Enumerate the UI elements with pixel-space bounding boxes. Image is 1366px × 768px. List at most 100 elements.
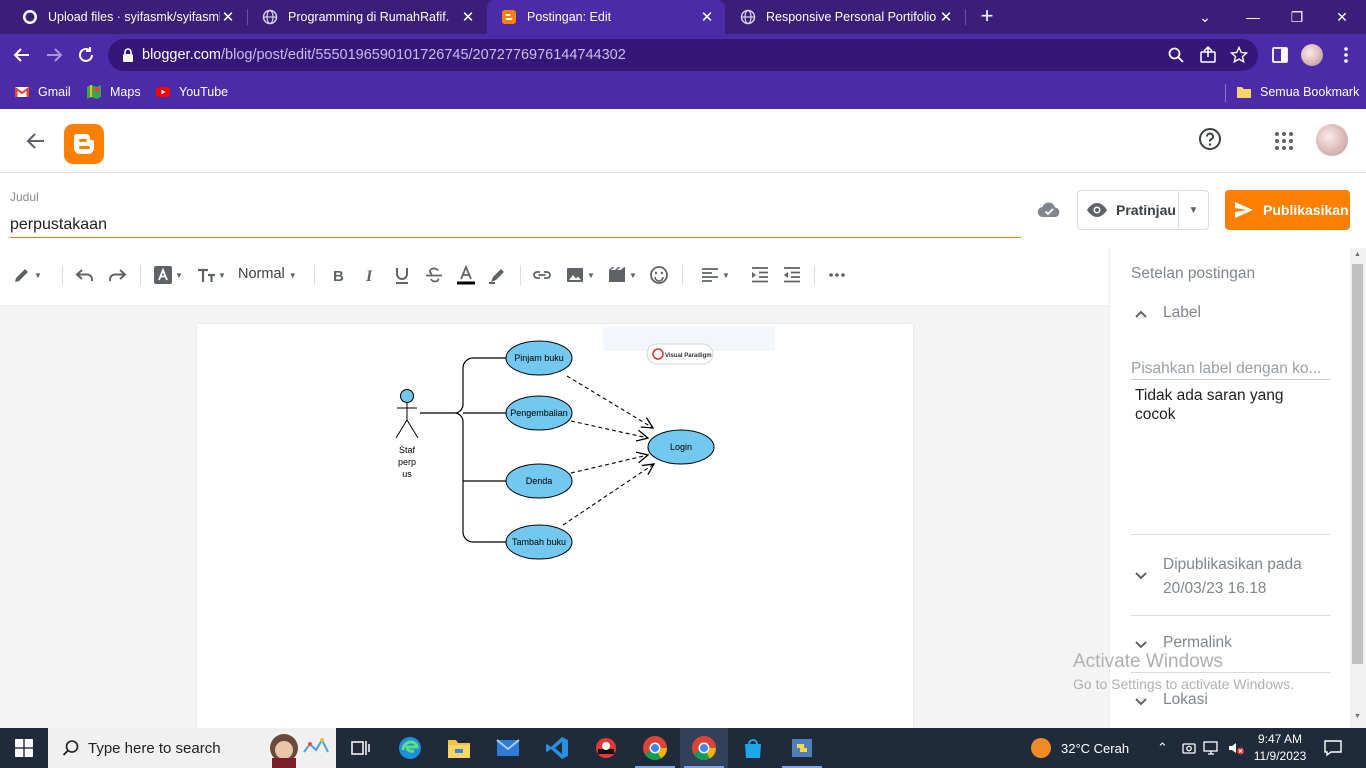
location-section-toggle[interactable]: Lokasi [1131,691,1208,711]
highlight-button[interactable] [488,264,508,286]
use-case-diagram-image[interactable]: Visual Paradigm Staf perp us Pinjam buku… [197,324,913,734]
chrome-app-1[interactable] [631,728,679,768]
system-clock[interactable]: 9:47 AM 11/9/2023 [1250,731,1310,765]
tab-divider [965,9,966,25]
compose-mode-button[interactable]: ▼ [12,264,42,286]
preview-dropdown-button[interactable]: ▼ [1178,191,1208,229]
apps-grid-icon[interactable] [1274,131,1294,151]
paragraph-format-select[interactable]: Normal ▼ [238,266,297,282]
address-bar[interactable]: blogger.com/blog/post/edit/5550196590101… [108,39,1258,71]
all-bookmarks-button[interactable]: Semua Bookmark [1236,83,1359,101]
image-icon [567,268,583,282]
folder-icon [1237,87,1251,98]
more-options-button[interactable] [827,264,847,286]
game-app[interactable] [582,728,630,768]
underline-button[interactable] [392,264,412,286]
tab-portfolio[interactable]: Responsive Personal Portifolio W ✕ [726,0,964,34]
side-panel-icon[interactable] [1270,45,1290,65]
strikethrough-button[interactable] [424,264,444,286]
published-date: 20/03/23 16.18 [1163,580,1267,597]
watermark-text: Visual Paradigm [665,353,712,359]
vscode-app[interactable] [533,728,581,768]
weather-widget[interactable]: 32°C Cerah [1030,728,1129,768]
forward-button[interactable] [42,43,66,67]
bookmark-gmail[interactable]: Gmail [14,83,71,101]
bookmark-youtube[interactable]: YouTube [155,83,228,101]
insert-emoji-button[interactable] [649,264,669,286]
restore-button[interactable]: ❐ [1273,0,1321,34]
title-label: Judul [10,190,39,204]
tab-title: Programming di RumahRafif. [288,10,450,24]
store-app[interactable] [729,728,777,768]
back-button[interactable] [10,43,34,67]
mail-app[interactable] [484,728,532,768]
permalink-section-toggle[interactable]: Permalink [1131,634,1232,654]
scroll-down-icon[interactable]: ▼ [1352,713,1363,725]
label-section-toggle[interactable]: Label [1131,304,1201,324]
notifications-button[interactable] [1324,728,1342,768]
outdent-icon [784,267,800,283]
post-body[interactable]: Visual Paradigm Staf perp us Pinjam buku… [197,324,913,734]
close-icon[interactable]: ✕ [220,8,236,26]
back-arrow-icon[interactable] [24,129,48,153]
editor-canvas[interactable]: Visual Paradigm Staf perp us Pinjam buku… [0,306,1109,734]
title-input[interactable] [10,212,1021,238]
profile-avatar[interactable] [1301,44,1323,66]
show-hidden-icons-button[interactable]: ⌃ [1157,728,1168,768]
redo-button[interactable] [107,264,127,286]
tab-programming[interactable]: Programming di RumahRafif. ✕ [248,0,486,34]
bookmark-maps[interactable]: Maps [86,83,141,101]
chrome-app-2[interactable] [680,728,728,768]
redo-icon [109,269,127,281]
start-button[interactable] [0,728,48,768]
share-icon[interactable] [1199,46,1217,64]
reload-button[interactable] [74,43,98,67]
minimize-button[interactable]: — [1229,0,1277,34]
text-size-button[interactable]: ▼ [196,264,226,286]
close-window-button[interactable]: ✕ [1318,0,1366,34]
close-icon[interactable]: ✕ [699,8,715,26]
close-icon[interactable]: ✕ [938,8,954,26]
python-app[interactable] [778,728,826,768]
menu-dots-icon[interactable] [1336,45,1356,65]
tab-postingan-edit[interactable]: Postingan: Edit ✕ [487,0,725,34]
insert-image-button[interactable]: ▼ [565,264,595,286]
align-button[interactable]: ▼ [700,264,730,286]
account-avatar[interactable] [1316,124,1348,156]
file-explorer-app[interactable] [435,728,483,768]
star-icon[interactable] [1230,46,1248,64]
text-color-button[interactable] [456,264,476,286]
scrollbar-thumb[interactable] [1352,264,1363,664]
network-tray-button[interactable] [1203,728,1221,768]
insert-link-button[interactable] [532,264,552,286]
tray-device-icon[interactable] [1181,728,1197,768]
scroll-up-icon[interactable]: ▲ [1352,251,1363,263]
task-view-button[interactable] [337,728,385,768]
published-section-toggle[interactable]: Dipublikasikan pada 20/03/23 16.18 [1131,553,1302,601]
preview-button[interactable]: Pratinjau ▼ [1077,190,1209,230]
search-icon[interactable] [1167,46,1185,64]
indent-button[interactable] [750,264,770,286]
tab-upload-files[interactable]: Upload files · syifasmk/syifasmk ✕ [8,0,246,34]
edge-app[interactable] [386,728,434,768]
italic-button[interactable]: I [360,264,380,286]
undo-button[interactable] [75,264,95,286]
undo-icon [75,269,93,281]
font-button[interactable]: ▼ [153,264,183,286]
taskbar-search[interactable]: Type here to search [48,728,336,768]
blogger-logo[interactable] [64,124,104,164]
close-icon[interactable]: ✕ [460,8,476,26]
bold-button[interactable]: B [328,264,348,286]
label-section-title: Label [1163,304,1201,321]
publish-button[interactable]: Publikasikan [1225,190,1350,230]
help-icon[interactable] [1198,127,1222,151]
outdent-button[interactable] [782,264,802,286]
volume-tray-button[interactable] [1227,728,1245,768]
mail-icon [496,739,520,756]
new-tab-button[interactable]: + [975,4,999,28]
tab-search-button[interactable]: ⌄ [1181,0,1229,34]
insert-video-button[interactable]: ▼ [607,264,637,286]
text-color-icon [457,265,475,285]
label-input[interactable] [1131,358,1330,380]
url-text[interactable]: blogger.com/blog/post/edit/5550196590101… [142,47,626,63]
